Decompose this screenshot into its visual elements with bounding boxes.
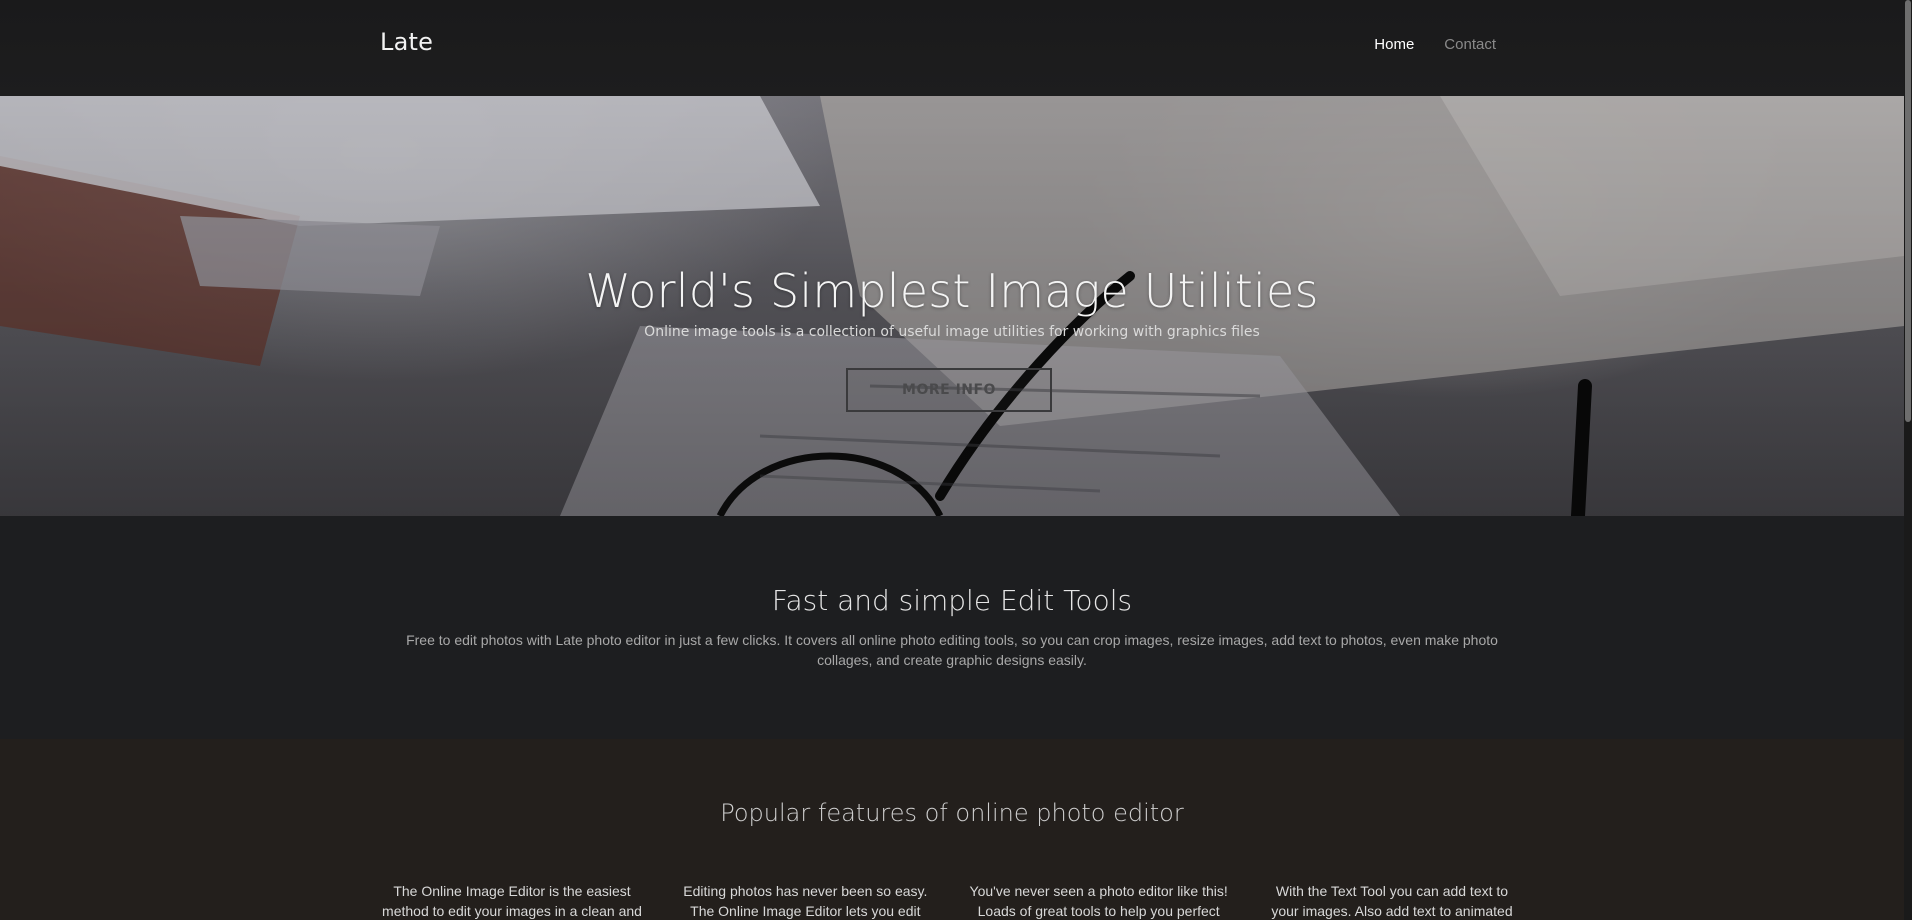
nav-link-contact[interactable]: Contact [1444, 36, 1496, 53]
nav-link-home[interactable]: Home [1374, 36, 1414, 53]
hero-title: World's Simplest Image Utilities [585, 264, 1319, 318]
edit-tools-description: Free to edit photos with Late photo edit… [406, 632, 1498, 668]
hero-banner: World's Simplest Image Utilities Online … [0, 96, 1904, 516]
features-section: Popular features of online photo editor … [0, 739, 1904, 920]
hero-subtitle: Online image tools is a collection of us… [644, 324, 1260, 340]
feature-text-line: The Online Image Editor is the easiest [393, 883, 631, 899]
feature-text-line: Editing photos has never been so easy. [683, 883, 928, 899]
feature-text-line: You've never seen a photo editor like th… [969, 883, 1228, 899]
feature-text-line: With the Text Tool you can add text to [1275, 883, 1509, 899]
feature-column: The Online Image Editor is the easiest m… [380, 881, 644, 920]
features-heading: Popular features of online photo editor [720, 799, 1184, 827]
feature-column: Editing photos has never been so easy. T… [673, 881, 937, 920]
main-nav: Home Contact [1374, 36, 1496, 53]
feature-text-line: method to edit your images in a clean an… [382, 903, 642, 919]
top-navbar: Late Home Contact [0, 0, 1904, 96]
page: Late Home Contact World's Simplest Image… [0, 0, 1912, 920]
scrollbar-thumb[interactable] [1905, 0, 1911, 422]
brand-logo-link[interactable]: Late [380, 28, 433, 56]
more-info-button[interactable]: MORE INFO [846, 368, 1052, 412]
feature-column: With the Text Tool you can add text to y… [1260, 881, 1524, 920]
feature-text-line: The Online Image Editor lets you edit [690, 903, 921, 919]
feature-text-line: Loads of great tools to help you perfect [977, 903, 1220, 919]
page-scrollbar[interactable] [1904, 0, 1912, 920]
feature-text-line: your images. Also add text to animated [1271, 903, 1513, 919]
features-grid: The Online Image Editor is the easiest m… [380, 881, 1524, 920]
edit-tools-section: Fast and simple Edit Tools Free to edit … [0, 516, 1904, 739]
edit-tools-heading: Fast and simple Edit Tools [771, 584, 1133, 617]
feature-column: You've never seen a photo editor like th… [967, 881, 1231, 920]
